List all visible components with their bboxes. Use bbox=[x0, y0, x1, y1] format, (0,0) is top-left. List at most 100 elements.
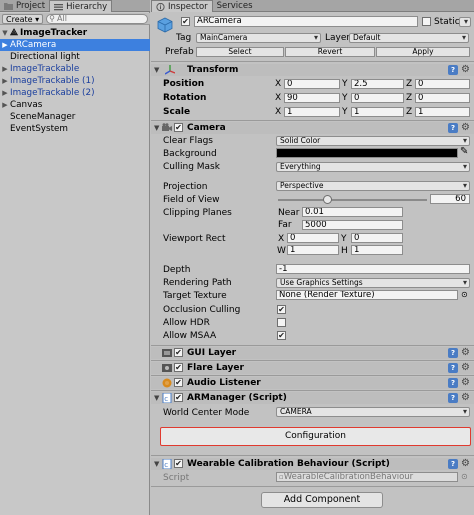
help-book-icon[interactable]: ? bbox=[448, 459, 458, 469]
audio-listener-header[interactable]: Audio Listener ? ⚙ bbox=[151, 377, 474, 389]
rotation-x-field[interactable]: 90 bbox=[284, 93, 340, 103]
static-checkbox[interactable] bbox=[422, 17, 431, 26]
rendering-path-dropdown[interactable]: Use Graphics Settings bbox=[276, 278, 470, 288]
armanager-header[interactable]: ▼ c ARManager (Script) ? ⚙ bbox=[151, 392, 474, 404]
settings-gear-icon[interactable]: ⚙ bbox=[461, 393, 471, 403]
world-center-mode-dropdown[interactable]: CAMERA bbox=[276, 407, 470, 417]
object-name-field[interactable]: ARCamera bbox=[194, 16, 418, 27]
settings-gear-icon[interactable]: ⚙ bbox=[461, 65, 471, 75]
occlusion-culling-checkbox[interactable] bbox=[277, 305, 286, 314]
hierarchy-item-imagetrackable-1[interactable]: ▶ ImageTrackable (1) bbox=[0, 75, 150, 87]
tab-services[interactable]: Services bbox=[213, 0, 257, 12]
target-texture-field[interactable]: None (Render Texture) bbox=[276, 290, 458, 300]
help-book-icon[interactable]: ? bbox=[448, 123, 458, 133]
camera-enabled-checkbox[interactable] bbox=[174, 123, 183, 132]
rotation-y-field[interactable]: 0 bbox=[351, 93, 404, 103]
armanager-checkbox[interactable] bbox=[174, 393, 183, 402]
scale-y-field[interactable]: 1 bbox=[351, 107, 404, 117]
hierarchy-item-imagetrackable[interactable]: ▶ ImageTrackable bbox=[0, 63, 150, 75]
near-field[interactable]: 0.01 bbox=[302, 207, 403, 217]
prefab-select-button[interactable]: Select bbox=[196, 47, 284, 57]
fov-value-field[interactable]: 60 bbox=[430, 194, 470, 204]
axis-y-label: Y bbox=[342, 79, 348, 89]
flare-layer-checkbox[interactable] bbox=[174, 363, 183, 372]
configuration-button[interactable]: Configuration bbox=[160, 427, 471, 446]
collapsed-arrow-icon[interactable]: ▶ bbox=[0, 75, 10, 87]
clear-flags-dropdown[interactable]: Solid Color bbox=[276, 136, 470, 146]
hierarchy-item-label: ImageTrackable (1) bbox=[10, 76, 95, 86]
fold-arrow-icon[interactable]: ▼ bbox=[154, 124, 159, 132]
audio-listener-checkbox[interactable] bbox=[174, 378, 183, 387]
help-book-icon[interactable]: ? bbox=[448, 393, 458, 403]
fold-arrow-icon[interactable]: ▼ bbox=[154, 460, 159, 468]
audio-listener-icon bbox=[162, 378, 172, 388]
viewport-x-field[interactable]: 0 bbox=[287, 233, 339, 243]
far-field[interactable]: 5000 bbox=[302, 220, 403, 230]
object-picker-icon[interactable]: ⊙ bbox=[461, 290, 468, 299]
camera-header[interactable]: ▼ Camera ? ⚙ bbox=[151, 122, 474, 134]
transform-header[interactable]: ▼ Transform ? ⚙ bbox=[151, 64, 474, 76]
tag-dropdown[interactable]: MainCamera bbox=[196, 33, 321, 43]
prefab-revert-button[interactable]: Revert bbox=[285, 47, 375, 57]
scale-x-field[interactable]: 1 bbox=[284, 107, 340, 117]
help-book-icon[interactable]: ? bbox=[448, 363, 458, 373]
position-z-field[interactable]: 0 bbox=[415, 79, 470, 89]
gui-layer-header[interactable]: GUI Layer ? ⚙ bbox=[151, 347, 474, 359]
gui-layer-checkbox[interactable] bbox=[174, 348, 183, 357]
eyedropper-icon[interactable]: ✎ bbox=[460, 146, 468, 157]
hierarchy-item-arcamera[interactable]: ▶ ARCamera bbox=[0, 39, 150, 51]
script-icon: c bbox=[162, 458, 172, 470]
hierarchy-item-canvas[interactable]: ▶ Canvas bbox=[0, 99, 150, 111]
hierarchy-item-imagetrackable-2[interactable]: ▶ ImageTrackable (2) bbox=[0, 87, 150, 99]
tab-project[interactable]: Project bbox=[0, 0, 49, 12]
create-button[interactable]: Create ▾ bbox=[2, 13, 44, 24]
help-book-icon[interactable]: ? bbox=[448, 378, 458, 388]
collapsed-arrow-icon[interactable]: ▶ bbox=[0, 99, 10, 111]
settings-gear-icon[interactable]: ⚙ bbox=[461, 348, 471, 358]
expand-arrow-icon[interactable]: ▼ bbox=[0, 27, 10, 39]
settings-gear-icon[interactable]: ⚙ bbox=[461, 363, 471, 373]
position-x-field[interactable]: 0 bbox=[284, 79, 340, 89]
wearable-checkbox[interactable] bbox=[174, 459, 183, 468]
hierarchy-scene-root[interactable]: ▼ ⟁ ImageTracker bbox=[0, 27, 150, 39]
prefab-apply-button[interactable]: Apply bbox=[376, 47, 470, 57]
help-book-icon[interactable]: ? bbox=[448, 65, 458, 75]
background-color-swatch[interactable] bbox=[276, 148, 458, 158]
allow-msaa-checkbox[interactable] bbox=[277, 331, 286, 340]
active-checkbox[interactable] bbox=[181, 17, 190, 26]
tab-inspector[interactable]: Inspector bbox=[151, 0, 213, 12]
help-book-icon[interactable]: ? bbox=[448, 348, 458, 358]
hierarchy-item-directional-light[interactable]: Directional light bbox=[0, 51, 150, 63]
fold-arrow-icon[interactable]: ▼ bbox=[154, 66, 159, 74]
viewport-h-field[interactable]: 1 bbox=[351, 245, 403, 255]
depth-field[interactable]: -1 bbox=[276, 264, 470, 274]
fold-arrow-icon[interactable]: ▼ bbox=[154, 394, 159, 402]
settings-gear-icon[interactable]: ⚙ bbox=[461, 459, 471, 469]
viewport-w-field[interactable]: 1 bbox=[287, 245, 339, 255]
add-component-button[interactable]: Add Component bbox=[261, 492, 383, 508]
fov-slider-thumb[interactable] bbox=[322, 195, 332, 204]
projection-dropdown[interactable]: Perspective bbox=[276, 181, 470, 191]
static-dropdown[interactable] bbox=[459, 17, 471, 27]
settings-gear-icon[interactable]: ⚙ bbox=[461, 378, 471, 388]
scale-z-field[interactable]: 1 bbox=[415, 107, 470, 117]
hierarchy-search-input[interactable]: ⚲ All bbox=[46, 13, 148, 24]
collapsed-arrow-icon[interactable]: ▶ bbox=[0, 63, 10, 75]
allow-hdr-checkbox[interactable] bbox=[277, 318, 286, 327]
flare-layer-header[interactable]: Flare Layer ? ⚙ bbox=[151, 362, 474, 374]
rotation-z-field[interactable]: 0 bbox=[415, 93, 470, 103]
collapsed-arrow-icon[interactable]: ▶ bbox=[0, 39, 10, 51]
gui-layer-title: GUI Layer bbox=[187, 348, 237, 358]
hierarchy-item-eventsystem[interactable]: EventSystem bbox=[0, 123, 150, 135]
culling-mask-dropdown[interactable]: Everything bbox=[276, 162, 470, 172]
layer-dropdown[interactable]: Default bbox=[349, 33, 469, 43]
tab-hierarchy[interactable]: Hierarchy bbox=[49, 0, 113, 12]
wearable-header[interactable]: ▼ c Wearable Calibration Behaviour (Scri… bbox=[151, 458, 474, 470]
vp-x-label: X bbox=[278, 234, 285, 244]
viewport-y-field[interactable]: 0 bbox=[351, 233, 403, 243]
hierarchy-item-scenemanager[interactable]: SceneManager bbox=[0, 111, 150, 123]
position-y-field[interactable]: 2.5 bbox=[351, 79, 404, 89]
fov-slider-track[interactable] bbox=[278, 199, 427, 201]
collapsed-arrow-icon[interactable]: ▶ bbox=[0, 87, 10, 99]
settings-gear-icon[interactable]: ⚙ bbox=[461, 123, 471, 133]
